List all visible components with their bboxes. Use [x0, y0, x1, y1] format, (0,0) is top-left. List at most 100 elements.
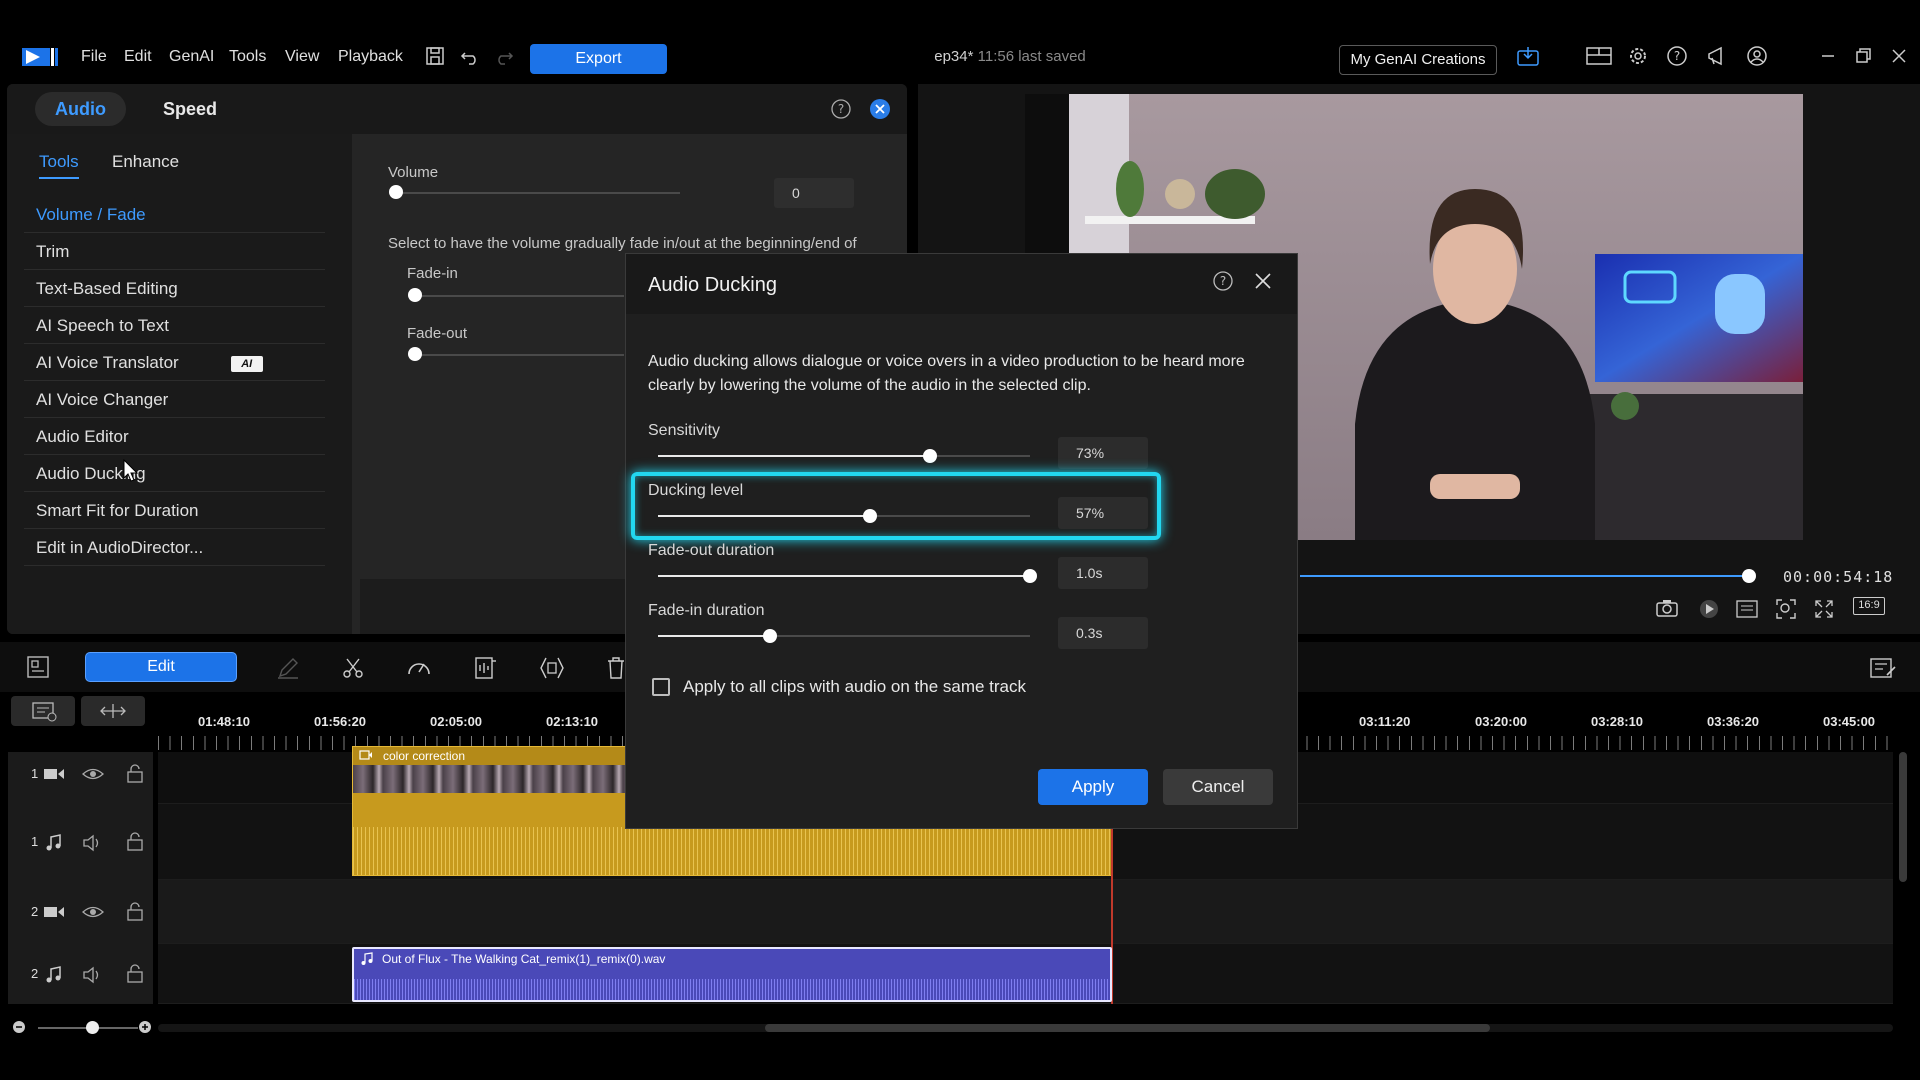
undo-icon[interactable] [459, 45, 481, 67]
layout-icon[interactable] [1586, 45, 1612, 67]
menu-genai[interactable]: GenAI [169, 48, 214, 66]
fade-in-duration-value[interactable]: 0.3s [1058, 617, 1148, 649]
zoom-out-icon[interactable] [12, 1020, 26, 1034]
lock-icon[interactable] [126, 764, 144, 784]
download-icon[interactable] [1516, 45, 1539, 67]
fade-in-slider[interactable] [414, 295, 624, 297]
apply-all-label: Apply to all clips with audio on the sam… [683, 677, 1027, 696]
fade-out-duration-slider-knob[interactable] [1023, 569, 1037, 583]
tool-text-based-editing[interactable]: Text-Based Editing [24, 270, 325, 307]
menu-view[interactable]: View [285, 48, 319, 66]
project-title: ep34* 11:56 last saved [880, 48, 1140, 65]
export-button[interactable]: Export [530, 44, 667, 74]
lock-icon[interactable] [126, 832, 144, 852]
fade-out-label: Fade-out [407, 325, 468, 342]
subtab-enhance[interactable]: Enhance [112, 152, 179, 172]
gear-icon[interactable] [1627, 45, 1649, 67]
dialog-help-icon[interactable]: ? [1212, 270, 1234, 292]
mouse-cursor-icon [123, 459, 139, 483]
tool-smart-fit-for-duration[interactable]: Smart Fit for Duration [24, 492, 325, 529]
split-scissors-icon[interactable] [341, 656, 365, 680]
tool-ai-speech-to-text[interactable]: AI Speech to Text [24, 307, 325, 344]
vertical-scrollbar[interactable] [1899, 752, 1907, 882]
speaker-icon[interactable] [82, 966, 104, 984]
ai-badge: AI [230, 355, 263, 372]
fullscreen-icon[interactable] [1813, 598, 1835, 620]
eye-icon[interactable] [82, 904, 104, 920]
ducking-level-slider-knob[interactable] [863, 509, 878, 523]
timeline-view-icon[interactable] [26, 655, 50, 679]
tool-volume-fade[interactable]: Volume / Fade [24, 196, 325, 233]
fade-in-slider-knob[interactable] [408, 288, 422, 302]
zoom-slider-knob[interactable] [86, 1021, 99, 1034]
add-track-button[interactable] [11, 696, 75, 726]
preview-menu-icon[interactable] [1736, 600, 1758, 618]
menu-edit[interactable]: Edit [124, 48, 152, 66]
apply-button[interactable]: Apply [1038, 769, 1148, 805]
fade-out-slider[interactable] [414, 354, 624, 356]
playhead-knob[interactable] [1742, 569, 1756, 583]
panel-help-icon[interactable]: ? [830, 98, 852, 120]
music-clip[interactable]: Out of Flux - The Walking Cat_remix(1)_r… [352, 947, 1112, 1002]
eye-icon[interactable] [82, 766, 104, 782]
video-track-2[interactable] [158, 880, 1893, 944]
aspect-ratio-button[interactable]: 16:9 [1853, 597, 1885, 615]
redo-icon[interactable] [493, 45, 515, 67]
tool-ai-voice-changer[interactable]: AI Voice Changer [24, 381, 325, 418]
tool-trim[interactable]: Trim [24, 233, 325, 270]
timeline-scrollbar-thumb[interactable] [765, 1024, 1490, 1032]
announcement-icon[interactable] [1706, 45, 1728, 67]
zoom-preview-icon[interactable] [1775, 598, 1797, 620]
menu-file[interactable]: File [81, 48, 107, 66]
tab-audio[interactable]: Audio [35, 92, 126, 126]
account-icon[interactable] [1746, 45, 1768, 67]
apply-all-checkbox[interactable] [652, 678, 670, 696]
timeline-settings-icon[interactable] [1869, 655, 1897, 681]
tab-speed[interactable]: Speed [143, 92, 237, 126]
edit-button[interactable]: Edit [85, 652, 237, 682]
tool-ai-voice-translator[interactable]: AI Voice Translator AI [24, 344, 325, 381]
save-icon[interactable] [424, 45, 446, 67]
fade-out-duration-value[interactable]: 1.0s [1058, 557, 1148, 589]
sensitivity-slider-knob[interactable] [922, 449, 937, 463]
zoom-in-icon[interactable] [138, 1020, 152, 1034]
fit-timeline-button[interactable] [81, 696, 145, 726]
tool-audio-editor[interactable]: Audio Editor [24, 418, 325, 455]
minimize-icon[interactable] [1817, 45, 1839, 67]
help-icon[interactable]: ? [1666, 45, 1688, 67]
my-genai-creations-button[interactable]: My GenAI Creations [1339, 45, 1497, 75]
volume-slider[interactable] [395, 192, 680, 194]
subtab-tools[interactable]: Tools [39, 152, 79, 179]
speaker-icon[interactable] [82, 834, 104, 852]
delete-icon[interactable] [605, 656, 627, 680]
close-window-icon[interactable] [1888, 45, 1910, 67]
audio-tools-icon[interactable] [473, 655, 499, 681]
track-header-audio-1: 1 [8, 804, 153, 880]
lock-icon[interactable] [126, 902, 144, 922]
menu-playback[interactable]: Playback [338, 48, 403, 66]
video-camera-icon [43, 904, 65, 920]
ducking-level-value[interactable]: 57% [1058, 497, 1148, 529]
fade-in-duration-slider-knob[interactable] [762, 629, 777, 643]
lock-icon[interactable] [126, 964, 144, 984]
restore-icon[interactable] [1852, 45, 1874, 67]
preview-play-icon[interactable] [1698, 598, 1720, 620]
transform-icon[interactable] [538, 655, 566, 681]
dialog-close-icon[interactable] [1252, 270, 1274, 292]
volume-value[interactable]: 0 [774, 178, 854, 208]
sensitivity-value[interactable]: 73% [1058, 437, 1148, 469]
volume-label: Volume [388, 164, 439, 181]
tool-edit-in-audiodirector[interactable]: Edit in AudioDirector... [24, 529, 325, 566]
snapshot-icon[interactable] [1655, 598, 1679, 618]
tool-audio-ducking[interactable]: Audio Ducking [24, 455, 325, 492]
fade-out-slider-knob[interactable] [408, 347, 422, 361]
volume-slider-knob[interactable] [389, 185, 403, 199]
menu-tools[interactable]: Tools [229, 48, 266, 66]
dialog-description: Audio ducking allows dialogue or voice o… [648, 353, 1245, 394]
speed-icon[interactable] [406, 656, 432, 680]
video-clip-icon [359, 749, 373, 761]
cancel-button[interactable]: Cancel [1163, 769, 1273, 805]
panel-close-icon[interactable] [869, 98, 891, 120]
video-camera-icon [43, 766, 65, 782]
playback-progress-bar[interactable] [1300, 575, 1750, 577]
